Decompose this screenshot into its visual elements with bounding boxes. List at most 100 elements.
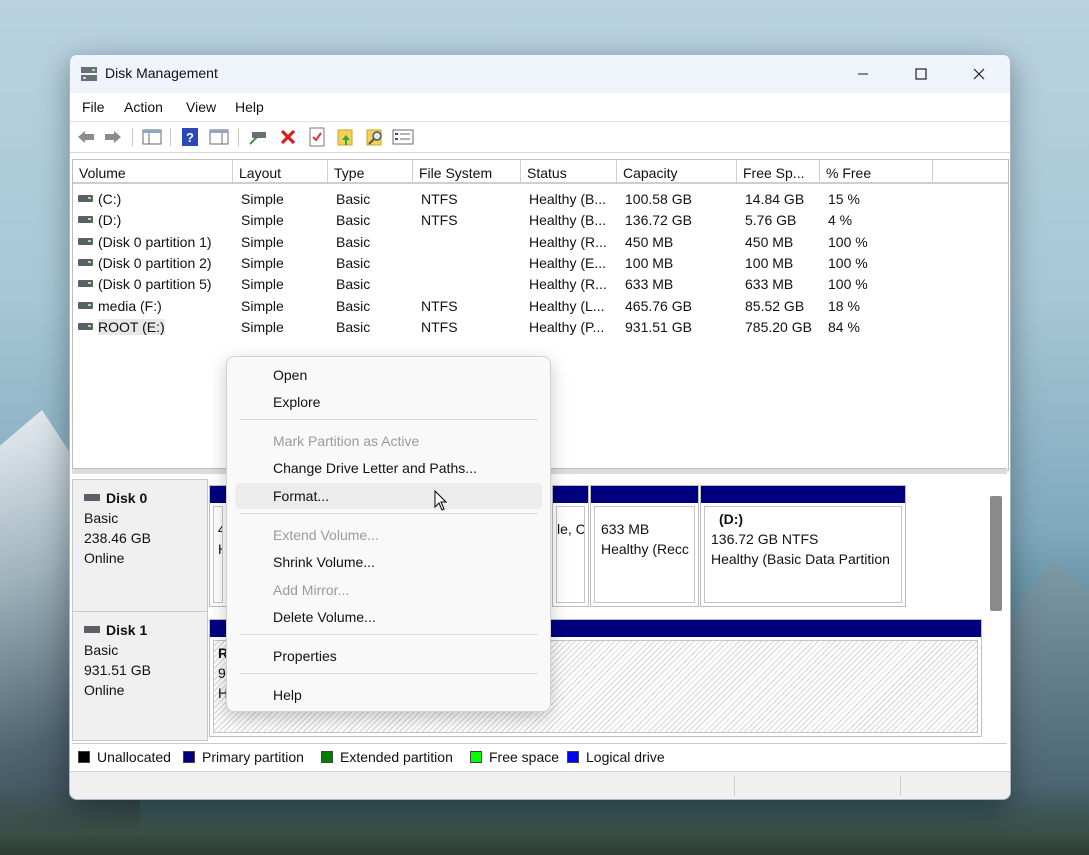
back-arrow-icon — [78, 131, 94, 143]
cell-vol-name: (Disk 0 partition 2) — [98, 254, 212, 271]
toolbar-separator — [238, 128, 239, 146]
show-console-tree-button[interactable] — [141, 127, 163, 147]
partition-status: le, Cr — [557, 521, 585, 537]
menu-action[interactable]: Action — [124, 99, 163, 115]
disk-0-partition-d[interactable]: (D:) 136.72 GB NTFS Healthy (Basic Data … — [700, 485, 906, 607]
cell-capacity: 931.51 GB — [625, 318, 692, 335]
column-header-capacity[interactable]: Capacity — [617, 160, 737, 184]
volume-row[interactable]: (Disk 0 partition 1) Simple Basic Healthy (… — [73, 232, 1008, 253]
back-button[interactable] — [75, 127, 97, 147]
partition-info: 4 H — [213, 506, 223, 603]
volume-row[interactable]: (Disk 0 partition 2) Simple Basic Healthy (… — [73, 253, 1008, 274]
vertical-scrollbar-thumb[interactable] — [990, 496, 1002, 611]
menu-file[interactable]: File — [82, 99, 105, 115]
volume-row[interactable]: ROOT (E:) Simple Basic NTFS Healthy (P... 931… — [73, 317, 1008, 338]
close-icon — [973, 68, 985, 80]
partition-status: H — [218, 539, 222, 559]
cell-file-system: NTFS — [421, 191, 458, 207]
cell-type: Basic — [336, 191, 371, 207]
cell-type: Basic — [336, 254, 371, 271]
disk-1-name: Disk 1 — [106, 622, 148, 638]
menu-bar: File Action View Help — [70, 93, 1010, 122]
legend-swatch — [567, 751, 579, 763]
column-header-type[interactable]: Type — [328, 160, 413, 184]
drive-icon — [78, 237, 93, 245]
legend-extended-partition: Extended partition — [321, 749, 453, 765]
folder-up-icon — [337, 129, 353, 146]
cell-capacity: 450 MB — [625, 233, 674, 250]
window-title: Disk Management — [105, 65, 218, 81]
delete-button[interactable] — [277, 127, 299, 147]
column-header-file-system[interactable]: File System — [413, 160, 521, 184]
connect-virtual-disk-button[interactable] — [247, 127, 269, 147]
disk-0-type: Basic — [84, 510, 119, 526]
toolbar-separator — [170, 128, 171, 146]
volume-row[interactable]: (D:) Simple Basic NTFS Healthy (B... 136.72 G… — [73, 210, 1008, 231]
cell-layout: Simple — [241, 233, 284, 250]
help-button[interactable]: ? — [179, 127, 201, 147]
maximize-button[interactable] — [892, 55, 950, 93]
cell-type: Basic — [336, 318, 371, 335]
menu-item-format[interactable]: Format... — [235, 483, 542, 509]
menu-separator — [239, 419, 538, 420]
status-bar — [70, 771, 1010, 799]
menu-help[interactable]: Help — [235, 99, 264, 115]
cell-type: Basic — [336, 276, 371, 293]
disk-icon — [84, 493, 100, 501]
show-action-pane-button[interactable] — [208, 127, 230, 147]
legend-free-space: Free space — [470, 749, 559, 765]
status-divider — [734, 776, 735, 796]
volume-row[interactable]: (Disk 0 partition 5) Simple Basic Healthy (… — [73, 274, 1008, 295]
up-folder-button[interactable] — [335, 127, 357, 147]
disk-0-label[interactable]: Disk 0 Basic 238.46 GB Online — [72, 479, 208, 612]
disk-0-partition-1[interactable]: 4 H — [209, 485, 227, 607]
status-divider — [900, 776, 901, 796]
help-icon: ? — [182, 128, 198, 146]
menu-item-properties[interactable]: Properties — [235, 643, 542, 669]
menu-item-help[interactable]: Help — [235, 682, 542, 708]
legend-label: Unallocated — [97, 749, 171, 765]
checklist-button[interactable] — [306, 127, 328, 147]
volume-row[interactable]: (C:) Simple Basic NTFS Healthy (B... 100.58 G… — [73, 189, 1008, 210]
menu-view[interactable]: View — [186, 99, 216, 115]
disk-1-label[interactable]: Disk 1 Basic 931.51 GB Online — [72, 611, 208, 741]
column-header-percent-free[interactable]: % Free — [820, 160, 933, 184]
menu-item-change-drive-letter[interactable]: Change Drive Letter and Paths... — [235, 455, 542, 481]
partition-title: (D:) — [719, 511, 744, 527]
volume-row[interactable]: media (F:) Simple Basic NTFS Healthy (L... 46… — [73, 296, 1008, 317]
minimize-button[interactable] — [834, 55, 892, 93]
legend-label: Free space — [489, 749, 560, 765]
menu-item-extend-volume: Extend Volume... — [273, 527, 379, 543]
column-header-free-space[interactable]: Free Sp... — [737, 160, 820, 184]
partition-size: 136.72 GB NTFS — [711, 531, 819, 547]
cell-status: Healthy (R... — [529, 276, 607, 293]
search-folder-button[interactable] — [364, 127, 386, 147]
column-header-volume[interactable]: Volume — [73, 160, 233, 184]
disk-0-partition-5[interactable]: 633 MB Healthy (Recc — [590, 485, 699, 607]
properties-button[interactable] — [392, 127, 414, 147]
cell-percent-free: 100 % — [828, 254, 868, 271]
cell-type: Basic — [336, 233, 371, 250]
cell-free-space: 450 MB — [745, 233, 794, 250]
cell-free-space: 85.52 GB — [745, 297, 805, 314]
title-bar: Disk Management — [70, 55, 1010, 93]
menu-item-delete-volume[interactable]: Delete Volume... — [235, 604, 542, 630]
cell-vol-name: (Disk 0 partition 1) — [98, 233, 212, 250]
cell-vol-name: (D:) — [98, 212, 122, 229]
column-header-status[interactable]: Status — [521, 160, 617, 184]
menu-item-open[interactable]: Open — [235, 362, 542, 388]
delete-icon — [280, 129, 296, 145]
disk-0-size: 238.46 GB — [84, 530, 151, 546]
menu-separator — [239, 634, 538, 635]
close-button[interactable] — [950, 55, 1008, 93]
drive-icon — [78, 195, 93, 202]
disk-0-partition-c[interactable]: le, Cr — [552, 485, 589, 607]
column-header-layout[interactable]: Layout — [233, 160, 328, 184]
cell-file-system: NTFS — [421, 212, 458, 229]
menu-item-explore[interactable]: Explore — [235, 389, 542, 415]
legend-swatch — [321, 751, 333, 763]
menu-item-shrink-volume[interactable]: Shrink Volume... — [235, 549, 542, 575]
cell-free-space: 5.76 GB — [745, 212, 797, 229]
drive-icon — [78, 216, 93, 224]
forward-button[interactable] — [102, 127, 124, 147]
